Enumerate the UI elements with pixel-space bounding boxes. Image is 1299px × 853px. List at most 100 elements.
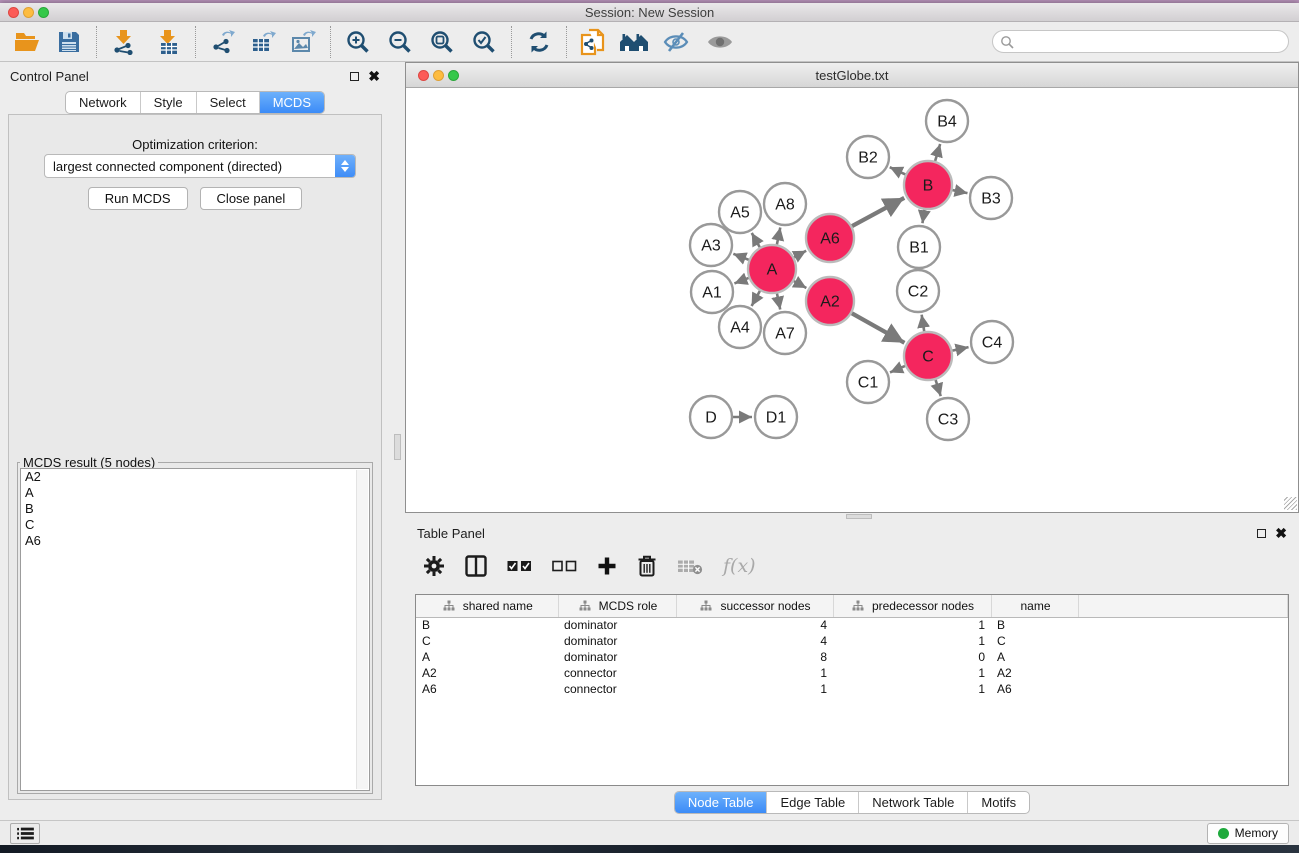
minimize-window-icon[interactable] bbox=[23, 7, 34, 18]
network-node-B4[interactable]: B4 bbox=[926, 100, 968, 142]
close-panel-icon[interactable]: ✖ bbox=[368, 71, 380, 81]
table-row[interactable]: Cdominator41C bbox=[416, 633, 1288, 649]
close-panel-button[interactable]: Close panel bbox=[200, 187, 303, 210]
network-node-C[interactable]: C bbox=[904, 332, 952, 380]
tab-mcds[interactable]: MCDS bbox=[260, 92, 324, 113]
open-session-icon[interactable] bbox=[10, 25, 44, 59]
network-edge-A-A3[interactable] bbox=[733, 254, 748, 260]
network-node-B1[interactable]: B1 bbox=[898, 226, 940, 268]
network-edge-C-C2[interactable] bbox=[922, 315, 925, 332]
network-edge-A-A4[interactable] bbox=[752, 291, 760, 306]
table-row[interactable]: Adominator80A bbox=[416, 649, 1288, 665]
network-edge-A6-B[interactable] bbox=[852, 198, 904, 226]
show-columns-icon[interactable] bbox=[465, 555, 487, 577]
network-edge-A-A5[interactable] bbox=[752, 233, 760, 247]
network-edge-A-A8[interactable] bbox=[777, 228, 780, 245]
table-cell[interactable]: 8 bbox=[676, 649, 833, 665]
network-edge-B-B2[interactable] bbox=[890, 167, 906, 174]
home-icon[interactable] bbox=[617, 25, 651, 59]
network-edge-B-B3[interactable] bbox=[952, 190, 967, 193]
table-row[interactable]: Bdominator41B bbox=[416, 617, 1288, 633]
table-cell[interactable]: dominator bbox=[558, 649, 676, 665]
network-node-C2[interactable]: C2 bbox=[897, 270, 939, 312]
zoom-selected-icon[interactable] bbox=[467, 25, 501, 59]
table-cell[interactable] bbox=[1078, 649, 1288, 665]
table-cell[interactable]: 1 bbox=[676, 665, 833, 681]
table-cell[interactable] bbox=[1078, 633, 1288, 649]
network-node-B3[interactable]: B3 bbox=[970, 177, 1012, 219]
network-node-B[interactable]: B bbox=[904, 161, 952, 209]
mcds-result-item[interactable]: B bbox=[21, 501, 369, 517]
refresh-view-icon[interactable] bbox=[522, 25, 556, 59]
resize-grip[interactable] bbox=[1284, 497, 1297, 510]
network-node-A[interactable]: A bbox=[748, 245, 796, 293]
table-cell[interactable]: C bbox=[991, 633, 1078, 649]
search-field[interactable] bbox=[992, 30, 1289, 53]
function-builder-icon[interactable]: f(x) bbox=[723, 555, 756, 577]
close-window-icon[interactable] bbox=[8, 7, 19, 18]
table-cell[interactable]: A bbox=[991, 649, 1078, 665]
tab-node-table[interactable]: Node Table bbox=[675, 792, 768, 813]
tab-network-table[interactable]: Network Table bbox=[859, 792, 968, 813]
table-settings-gear-icon[interactable] bbox=[423, 555, 445, 577]
divider-handle[interactable] bbox=[846, 514, 872, 519]
zoom-out-icon[interactable] bbox=[383, 25, 417, 59]
network-node-A2[interactable]: A2 bbox=[806, 277, 854, 325]
column-header-name[interactable]: name bbox=[991, 595, 1078, 617]
table-cell[interactable]: 4 bbox=[676, 633, 833, 649]
table-cell[interactable] bbox=[1078, 617, 1288, 633]
float-panel-icon[interactable] bbox=[350, 72, 359, 81]
network-edge-A-A6[interactable] bbox=[794, 251, 806, 257]
tab-network[interactable]: Network bbox=[66, 92, 141, 113]
import-table-icon[interactable] bbox=[151, 25, 185, 59]
table-cell[interactable]: A2 bbox=[991, 665, 1078, 681]
deselect-all-icon[interactable] bbox=[552, 560, 577, 572]
vertical-split-divider[interactable] bbox=[390, 62, 405, 820]
export-image-icon[interactable] bbox=[286, 25, 320, 59]
network-edge-C-C4[interactable] bbox=[952, 347, 968, 351]
network-edge-B-B1[interactable] bbox=[922, 210, 924, 224]
network-edge-A-A7[interactable] bbox=[777, 293, 780, 309]
minimize-view-icon[interactable] bbox=[433, 70, 444, 81]
memory-button[interactable]: Memory bbox=[1207, 823, 1289, 844]
mcds-result-item[interactable]: A bbox=[21, 485, 369, 501]
task-history-button[interactable] bbox=[10, 823, 40, 844]
float-panel-icon[interactable] bbox=[1257, 529, 1266, 538]
network-edge-C-C1[interactable] bbox=[890, 366, 905, 373]
table-cell[interactable]: A2 bbox=[416, 665, 558, 681]
network-node-A6[interactable]: A6 bbox=[806, 214, 854, 262]
column-header-predecessor-nodes[interactable]: predecessor nodes bbox=[833, 595, 991, 617]
table-cell[interactable]: connector bbox=[558, 681, 676, 697]
network-edge-A2-C[interactable] bbox=[852, 313, 905, 343]
divider-handle[interactable] bbox=[394, 434, 401, 460]
table-cell[interactable]: 0 bbox=[833, 649, 991, 665]
tab-motifs[interactable]: Motifs bbox=[968, 792, 1029, 813]
delete-column-icon[interactable] bbox=[637, 555, 657, 577]
table-row[interactable]: A6connector11A6 bbox=[416, 681, 1288, 697]
column-header-successor-nodes[interactable]: successor nodes bbox=[676, 595, 833, 617]
run-mcds-button[interactable]: Run MCDS bbox=[88, 187, 188, 210]
search-input[interactable] bbox=[1014, 33, 1288, 51]
network-node-A1[interactable]: A1 bbox=[691, 271, 733, 313]
export-network-icon[interactable] bbox=[206, 25, 240, 59]
delete-table-icon[interactable] bbox=[677, 558, 703, 575]
network-node-D1[interactable]: D1 bbox=[755, 396, 797, 438]
export-table-icon[interactable] bbox=[246, 25, 280, 59]
network-node-B2[interactable]: B2 bbox=[847, 136, 889, 178]
network-window-titlebar[interactable]: testGlobe.txt bbox=[406, 63, 1298, 88]
table-cell[interactable] bbox=[1078, 665, 1288, 681]
table-cell[interactable]: 1 bbox=[833, 617, 991, 633]
zoom-in-icon[interactable] bbox=[341, 25, 375, 59]
criterion-dropdown[interactable]: largest connected component (directed) bbox=[44, 154, 356, 178]
mcds-result-list[interactable]: A2ABCA6 bbox=[20, 468, 370, 791]
import-network-icon[interactable] bbox=[107, 25, 141, 59]
close-panel-icon[interactable]: ✖ bbox=[1275, 528, 1287, 538]
network-node-C4[interactable]: C4 bbox=[971, 321, 1013, 363]
network-node-A8[interactable]: A8 bbox=[764, 183, 806, 225]
copy-network-icon[interactable] bbox=[577, 25, 611, 59]
tab-edge-table[interactable]: Edge Table bbox=[767, 792, 859, 813]
scrollbar[interactable] bbox=[356, 470, 368, 789]
network-node-C1[interactable]: C1 bbox=[847, 361, 889, 403]
mcds-result-item[interactable]: C bbox=[21, 517, 369, 533]
table-cell[interactable]: 1 bbox=[676, 681, 833, 697]
